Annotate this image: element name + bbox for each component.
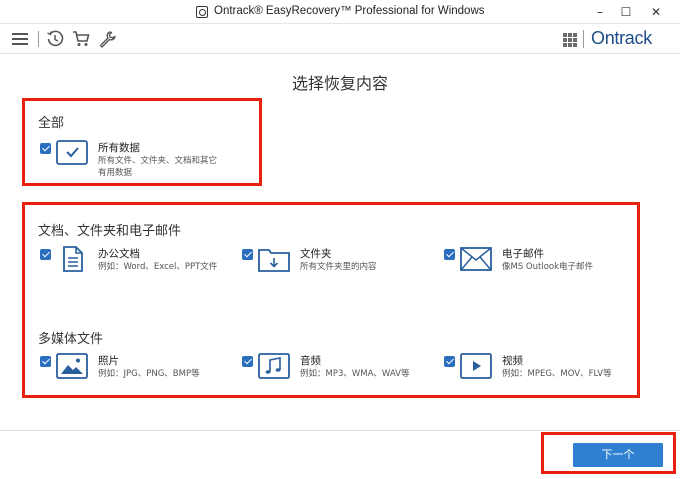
office-documents-desc: 例如：Word、Excel、PPT文件 — [98, 262, 218, 272]
option-folders[interactable]: 文件夹 所有文件夹里的内容 — [242, 246, 432, 276]
music-icon — [258, 353, 290, 379]
cart-icon[interactable] — [72, 30, 90, 48]
photos-label: 照片 — [98, 355, 119, 367]
app-icon — [196, 6, 208, 18]
option-audio[interactable]: 音频 例如：MP3、WMA、WAV等 — [242, 353, 432, 383]
maximize-button[interactable]: ☐ — [614, 2, 638, 22]
email-icon — [460, 247, 492, 271]
office-documents-label: 办公文档 — [98, 248, 140, 260]
apps-grid-icon[interactable] — [563, 33, 577, 47]
menu-icon[interactable] — [12, 33, 28, 45]
window-title: Ontrack® EasyRecovery™ Professional for … — [214, 5, 485, 17]
option-office-documents[interactable]: 办公文档 例如：Word、Excel、PPT文件 — [40, 246, 230, 276]
checkmark-box-icon — [56, 140, 88, 165]
history-icon[interactable] — [46, 30, 64, 48]
folders-desc: 所有文件夹里的内容 — [300, 262, 377, 272]
photos-desc: 例如：JPG、PNG、BMP等 — [98, 369, 200, 379]
audio-label: 音频 — [300, 355, 321, 367]
all-data-label: 所有数据 — [98, 142, 140, 154]
audio-desc: 例如：MP3、WMA、WAV等 — [300, 369, 410, 379]
section-title-multimedia: 多媒体文件 — [38, 332, 104, 347]
photos-checkbox[interactable] — [40, 356, 51, 367]
email-label: 电子邮件 — [502, 248, 544, 260]
folders-checkbox[interactable] — [242, 249, 253, 260]
all-data-checkbox[interactable] — [40, 143, 51, 154]
option-video[interactable]: 视频 例如：MPEG、MOV、FLV等 — [444, 353, 634, 383]
video-desc: 例如：MPEG、MOV、FLV等 — [502, 369, 612, 379]
brand-logo: Ontrack — [591, 28, 652, 48]
option-photos[interactable]: 照片 例如：JPG、PNG、BMP等 — [40, 353, 230, 383]
photo-icon — [56, 353, 88, 379]
all-data-desc-line2: 有用数据 — [98, 168, 133, 178]
folder-icon — [258, 249, 290, 272]
footer-divider — [0, 430, 680, 431]
minimize-button[interactable]: – — [588, 2, 612, 22]
video-icon — [460, 353, 492, 379]
email-desc: 像MS Outlook电子邮件 — [502, 262, 594, 272]
office-documents-checkbox[interactable] — [40, 249, 51, 260]
email-checkbox[interactable] — [444, 249, 455, 260]
audio-checkbox[interactable] — [242, 356, 253, 367]
wrench-icon[interactable] — [98, 30, 116, 48]
toolbar-divider — [38, 31, 39, 47]
all-data-desc-line1: 所有文件、文件夹、文档和其它 — [98, 156, 218, 166]
toolbar: Ontrack — [0, 24, 680, 54]
brand-divider — [583, 30, 584, 48]
title-bar: Ontrack® EasyRecovery™ Professional for … — [0, 0, 680, 24]
video-checkbox[interactable] — [444, 356, 455, 367]
document-icon — [63, 246, 83, 272]
section-title-all: 全部 — [38, 116, 65, 131]
page-title: 选择恢复内容 — [291, 74, 388, 93]
option-all-data[interactable]: 所有数据 所有文件、文件夹、文档和其它 有用数据 — [40, 140, 240, 180]
option-email[interactable]: 电子邮件 像MS Outlook电子邮件 — [444, 246, 634, 276]
close-button[interactable]: ✕ — [644, 2, 668, 22]
folders-label: 文件夹 — [300, 248, 332, 260]
video-label: 视频 — [502, 355, 523, 367]
section-title-documents: 文档、文件夹和电子邮件 — [38, 224, 182, 239]
next-button[interactable]: 下一个 — [573, 443, 663, 467]
